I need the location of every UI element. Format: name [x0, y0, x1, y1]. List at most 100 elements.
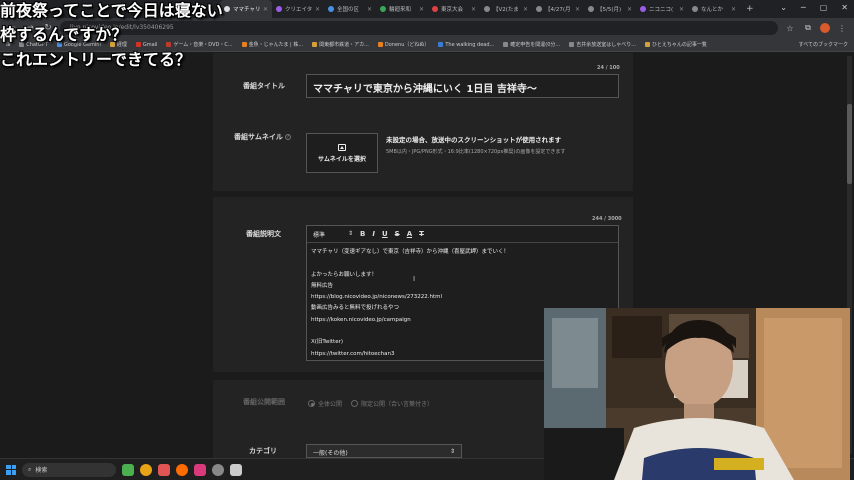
close-tab-icon[interactable]: ✕ [731, 6, 736, 13]
close-tab-icon[interactable]: ✕ [315, 6, 320, 13]
webcam-feed [544, 308, 850, 480]
tab-label: 【5/5(月) [597, 7, 622, 13]
strikethrough-button[interactable]: S [395, 230, 400, 238]
browser-tab[interactable]: 全国の区 ✕ [324, 0, 376, 18]
taskbar-app-icon[interactable] [194, 463, 206, 476]
taskbar-app-icon[interactable] [122, 463, 134, 476]
description-line: よかったらお願いします！ [311, 271, 378, 278]
bookmark-label: 金魚・じゃんたま | 株... [248, 42, 304, 48]
description-line: https://blog.nicovideo.jp/niconews/27322… [311, 294, 443, 301]
close-window-icon[interactable]: ✕ [841, 3, 848, 12]
description-line: 無料広告 [311, 282, 334, 289]
extensions-icon[interactable]: ⧉ [802, 23, 814, 33]
close-tab-icon[interactable]: ✕ [263, 6, 268, 13]
bookmark-icon [166, 42, 172, 47]
tab-label: 【V2(たま [493, 7, 519, 13]
bookmark-item[interactable]: Donenu（どねぬ） [377, 41, 429, 48]
taskbar-search[interactable]: ⌕ 検索 [22, 462, 116, 477]
browser-tab[interactable]: 東京大会 ✕ [428, 0, 480, 18]
bookmark-label: ひとえちゃんの記事一覧 [651, 42, 707, 48]
visibility-limited-radio[interactable]: 限定公開（合い言葉付き） [351, 399, 433, 408]
overlay-comment: これエントリーできてる？ [0, 50, 192, 69]
browser-tab[interactable]: 輪廻来和 ✕ [376, 0, 428, 18]
underline-button[interactable]: U [382, 230, 388, 238]
search-icon: ⌕ [28, 465, 32, 473]
category-label: カテゴリ [249, 447, 277, 455]
bookmark-label: 関東都市鉄道・アカ... [319, 42, 369, 48]
chevron-updown-icon: ⇕ [449, 448, 455, 455]
format-select-label: 標準 [313, 231, 326, 239]
bookmark-item[interactable]: 確定申告を間違(0分... [503, 41, 560, 48]
tab-label: 【4/27(月 [545, 7, 571, 13]
bookmark-item[interactable]: 吉井余放送室はしゃべり... [569, 41, 636, 48]
bookmark-item[interactable]: 関東都市鉄道・アカ... [312, 41, 369, 48]
format-select[interactable]: 標準 ⇕ [313, 230, 353, 239]
italic-button[interactable]: I [372, 230, 375, 238]
url-field[interactable]: live.nicovideo.jp/edit/lv350406295 [60, 21, 778, 35]
browser-tab[interactable]: ママチャリ ✕ [220, 0, 272, 18]
title-input[interactable]: ママチャリで東京から沖縄にいく 1日目 吉祥寺〜 [306, 74, 619, 98]
category-select[interactable]: 一般(その他) ⇕ [306, 444, 462, 458]
bookmark-item[interactable]: 金魚・じゃんたま | 株... [241, 41, 304, 48]
browser-tab[interactable]: ニコニコ(✕ [636, 0, 688, 18]
bookmark-label: Gmail [142, 41, 158, 48]
windows-start-icon[interactable] [6, 464, 16, 475]
browser-tab[interactable]: 【V2(たま ✕ [480, 0, 532, 18]
taskbar-app-icon[interactable] [176, 463, 188, 476]
text-color-button[interactable]: A [407, 230, 412, 238]
browser-tab[interactable]: 【4/27(月 ✕ [532, 0, 584, 18]
tab-favicon [224, 6, 230, 12]
close-tab-icon[interactable]: ✕ [419, 6, 424, 13]
thumbnail-label: 番組サムネイル? [234, 132, 291, 142]
bookmark-label: ゲーム・音楽・DVD・C... [173, 42, 233, 48]
close-tab-icon[interactable]: ✕ [367, 6, 372, 13]
thumbnail-requirements: 5MB以内・JPG/PNG形式・16:9比率(1280×720px推奨)の画像を… [386, 149, 566, 155]
bookmark-item[interactable]: ゲーム・音楽・DVD・C... [166, 41, 233, 48]
radio-label: 全体公開 [318, 401, 343, 408]
menu-icon[interactable]: ⋮ [836, 24, 848, 33]
bookmark-star-icon[interactable]: ☆ [784, 24, 796, 33]
tab-search-icon[interactable]: ⌄ [780, 3, 787, 12]
profile-avatar[interactable] [820, 23, 830, 33]
chrome-app-icon[interactable] [140, 463, 152, 476]
tab-label: クリエイタ [285, 7, 312, 13]
bold-button[interactable]: B [360, 230, 365, 238]
taskbar-app-icon[interactable] [230, 463, 242, 476]
all-bookmarks-folder[interactable]: すべてのブックマーク [799, 41, 848, 48]
taskbar-app-icon[interactable] [158, 463, 170, 476]
maximize-icon[interactable]: ▢ [820, 3, 828, 12]
close-tab-icon[interactable]: ✕ [471, 6, 476, 13]
bookmark-item[interactable]: Gmail [135, 41, 158, 48]
visibility-public-radio[interactable]: 全体公開 [308, 399, 342, 408]
title-char-counter: 24 / 100 [597, 65, 620, 71]
select-thumbnail-button[interactable]: サムネイルを選択 [306, 133, 378, 173]
bookmark-icon [644, 42, 650, 47]
taskbar-search-placeholder: 検索 [35, 467, 48, 474]
browser-tab[interactable]: なんとか ✕ [688, 0, 740, 18]
radio-label: 限定公開（合い言葉付き） [361, 401, 434, 408]
browser-tab[interactable]: 【5/5(月) ✕ [584, 0, 636, 18]
bookmark-item[interactable]: ひとえちゃんの記事一覧 [644, 41, 707, 48]
chevron-updown-icon: ⇕ [347, 229, 353, 237]
bookmark-icon [135, 42, 141, 47]
editor-toolbar: 標準 ⇕ B I U S A T [307, 226, 618, 243]
close-tab-icon[interactable]: ✕ [679, 6, 684, 13]
help-icon[interactable]: ? [284, 134, 291, 140]
clear-format-button[interactable]: T [419, 230, 424, 238]
tab-favicon [380, 6, 386, 12]
overlay-comment: 枠するんですか？ [0, 25, 128, 44]
new-tab-button[interactable]: + [740, 4, 760, 14]
close-tab-icon[interactable]: ✕ [523, 6, 528, 13]
page-scrollbar-thumb[interactable] [847, 104, 852, 184]
webcam-image [544, 308, 850, 480]
description-line: ママチャリ（変速ギアなし）で東京（吉祥寺）から沖縄（喜屋武岬）までいく！ [311, 249, 509, 255]
close-tab-icon[interactable]: ✕ [575, 6, 580, 13]
minimize-icon[interactable]: ─ [801, 3, 806, 12]
window-controls: ⌄ ─ ▢ ✕ [780, 3, 848, 12]
screen: ママチャリ ✕ クリエイタ ✕ 全国の区 ✕ 輪廻来和 ✕ 東京大会 ✕ 【V2(たま ✕ … [0, 0, 854, 480]
close-tab-icon[interactable]: ✕ [627, 6, 632, 13]
bookmark-item[interactable]: The walking dead... [438, 42, 494, 48]
tab-label: なんとか [701, 7, 724, 13]
taskbar-app-icon[interactable] [212, 463, 224, 476]
browser-tab[interactable]: クリエイタ ✕ [272, 0, 324, 18]
